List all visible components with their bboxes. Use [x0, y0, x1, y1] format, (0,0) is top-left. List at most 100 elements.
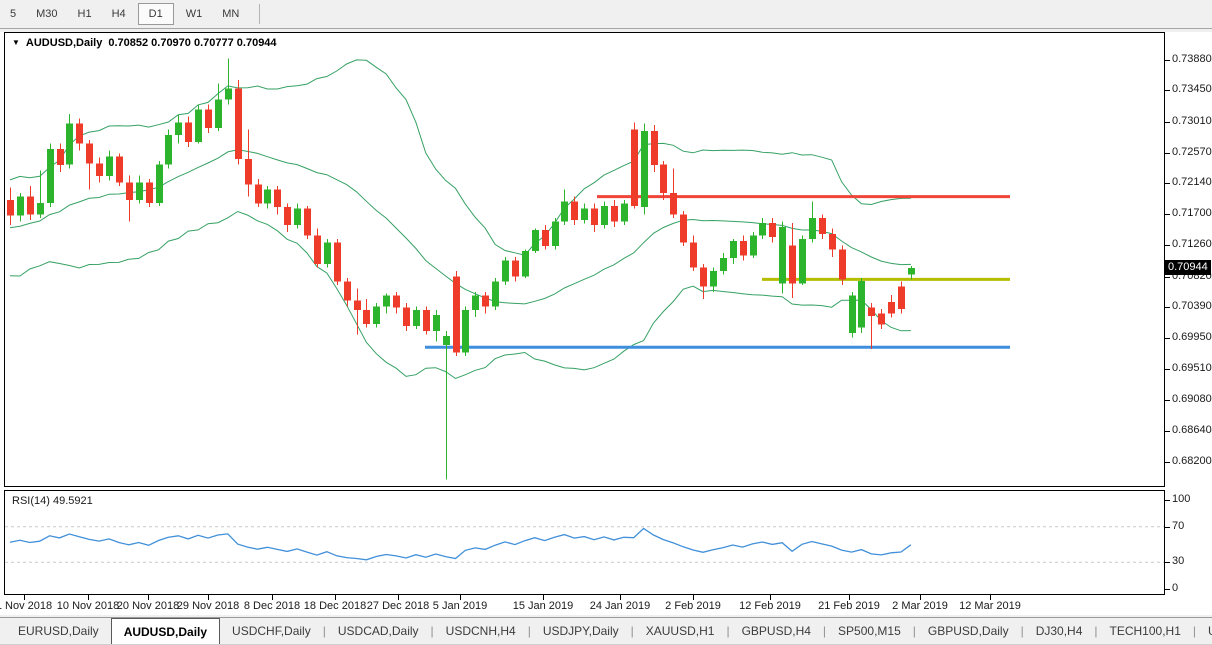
chart-tab-USDJPY-Daily[interactable]: USDJPY,Daily: [531, 618, 631, 644]
chart-tab-SP500-M15[interactable]: SP500,M15: [826, 618, 913, 644]
price-axis-label: 0.71700: [1172, 207, 1212, 219]
candle-body: [146, 182, 153, 203]
candle-body: [334, 243, 341, 282]
candle-body: [829, 234, 836, 250]
candle-body: [96, 163, 103, 176]
date-axis-label: 2 Mar 2019: [892, 600, 948, 612]
candle-body: [542, 230, 549, 246]
candle-body: [631, 129, 638, 205]
candle-body: [710, 271, 717, 287]
candle-body: [354, 301, 361, 310]
rsi-axis-label: 100: [1172, 493, 1190, 505]
rsi-axis-label: 30: [1172, 555, 1184, 567]
candle-body: [17, 197, 24, 216]
candle-body: [660, 165, 667, 193]
candle-body: [868, 308, 875, 317]
candle-body: [324, 243, 331, 264]
candle-body: [720, 258, 727, 271]
candle-body: [611, 206, 618, 222]
candle-body: [373, 306, 380, 324]
candle-body: [492, 282, 499, 307]
candle-body: [215, 100, 222, 128]
date-axis-label: 1 Nov 2018: [0, 600, 52, 612]
candle-body: [839, 250, 846, 280]
price-axis-label: 0.71260: [1172, 238, 1212, 250]
candle-body: [472, 296, 479, 310]
candle-body: [284, 207, 291, 225]
rsi-pane-frame: [5, 491, 1165, 595]
candle-body: [858, 281, 865, 328]
candle-body: [799, 239, 806, 284]
timeframe-button-D1[interactable]: D1: [138, 3, 174, 25]
candle-body: [403, 308, 410, 326]
candle-body: [453, 277, 460, 353]
candle-body: [433, 315, 440, 331]
candle-body: [413, 310, 420, 326]
candle-body: [235, 88, 242, 159]
date-axis-label: 20 Nov 2018: [117, 600, 179, 612]
timeframe-toolbar: 5M30H1H4D1W1MN: [0, 0, 1212, 29]
candle-body: [255, 185, 262, 204]
main-chart-canvas[interactable]: [0, 0, 1212, 645]
candle-body: [532, 230, 539, 251]
candle-body: [106, 156, 113, 176]
timeframe-button-W1[interactable]: W1: [178, 3, 211, 25]
chart-tab-AUDUSD-Daily[interactable]: AUDUSD,Daily: [111, 618, 220, 644]
candle-body: [482, 296, 489, 307]
candle-body: [680, 214, 687, 242]
candle-body: [245, 159, 252, 185]
timeframe-button-H4[interactable]: H4: [104, 3, 134, 25]
date-axis-label: 12 Mar 2019: [959, 600, 1021, 612]
date-axis-label: 21 Feb 2019: [818, 600, 880, 612]
candle-body: [264, 190, 271, 204]
candle-body: [769, 223, 776, 237]
chart-title-ohlc: 0.70852 0.70970 0.70777 0.70944: [108, 37, 276, 49]
candle-body: [908, 268, 915, 275]
candle-body: [27, 197, 34, 215]
chart-tab-GBPUSD-H4[interactable]: GBPUSD,H4: [730, 618, 823, 644]
candle-body: [225, 88, 232, 99]
date-axis-label: 29 Nov 2018: [177, 600, 239, 612]
chart-tab-EURUSD-Daily[interactable]: EURUSD,Daily: [6, 618, 111, 644]
price-axis-label: 0.69950: [1172, 331, 1212, 343]
symbol-dropdown-icon[interactable]: ▼: [12, 38, 20, 47]
timeframe-button-M30[interactable]: M30: [28, 3, 65, 25]
candle-body: [898, 287, 905, 310]
candle-body: [57, 149, 64, 165]
date-axis-label: 18 Dec 2018: [304, 600, 366, 612]
price-axis-label: 0.72570: [1172, 146, 1212, 158]
price-axis-label: 0.70390: [1172, 300, 1212, 312]
chart-tab-DJ30-H4[interactable]: DJ30,H4: [1024, 618, 1095, 644]
candle-body: [641, 131, 648, 207]
candle-body: [423, 310, 430, 331]
candle-body: [393, 296, 400, 308]
chart-tab-USDCAD-Daily[interactable]: USDCAD,Daily: [326, 618, 431, 644]
chart-tab-GBPUSD-Daily[interactable]: GBPUSD,Daily: [916, 618, 1021, 644]
main-pane-frame: [5, 33, 1165, 487]
date-axis-label: 24 Jan 2019: [590, 600, 651, 612]
candle-body: [819, 218, 826, 234]
price-axis-label: 0.69080: [1172, 393, 1212, 405]
candle-body: [363, 310, 370, 324]
price-axis-label: 0.72140: [1172, 176, 1212, 188]
chart-tab-USDCNH-H4[interactable]: USDCNH,H4: [434, 618, 528, 644]
candle-body: [66, 124, 73, 165]
chart-tab-USDCHF-Daily[interactable]: USDCHF,Daily: [220, 618, 323, 644]
trading-platform: 5M30H1H4D1W1MN ▼ AUDUSD,Daily 0.70852 0.…: [0, 0, 1212, 645]
timeframe-button-H1[interactable]: H1: [70, 3, 100, 25]
date-axis-label: 15 Jan 2019: [513, 600, 574, 612]
timeframe-button-5[interactable]: 5: [2, 3, 24, 25]
candle-body: [344, 282, 351, 301]
chart-tab-XAUUSD-H1[interactable]: XAUUSD,H1: [634, 618, 727, 644]
timeframe-button-MN[interactable]: MN: [214, 3, 247, 25]
candle-body: [591, 209, 598, 225]
candle-body: [512, 260, 519, 276]
candle-body: [462, 310, 469, 353]
chart-tab-UKC[interactable]: UKC: [1196, 618, 1212, 644]
candle-body: [878, 313, 885, 324]
chart-tab-TECH100-H1[interactable]: TECH100,H1: [1098, 618, 1193, 644]
candle-body: [47, 149, 54, 203]
candle-body: [156, 165, 163, 203]
price-axis-label: 0.73450: [1172, 83, 1212, 95]
candle-body: [37, 203, 44, 214]
